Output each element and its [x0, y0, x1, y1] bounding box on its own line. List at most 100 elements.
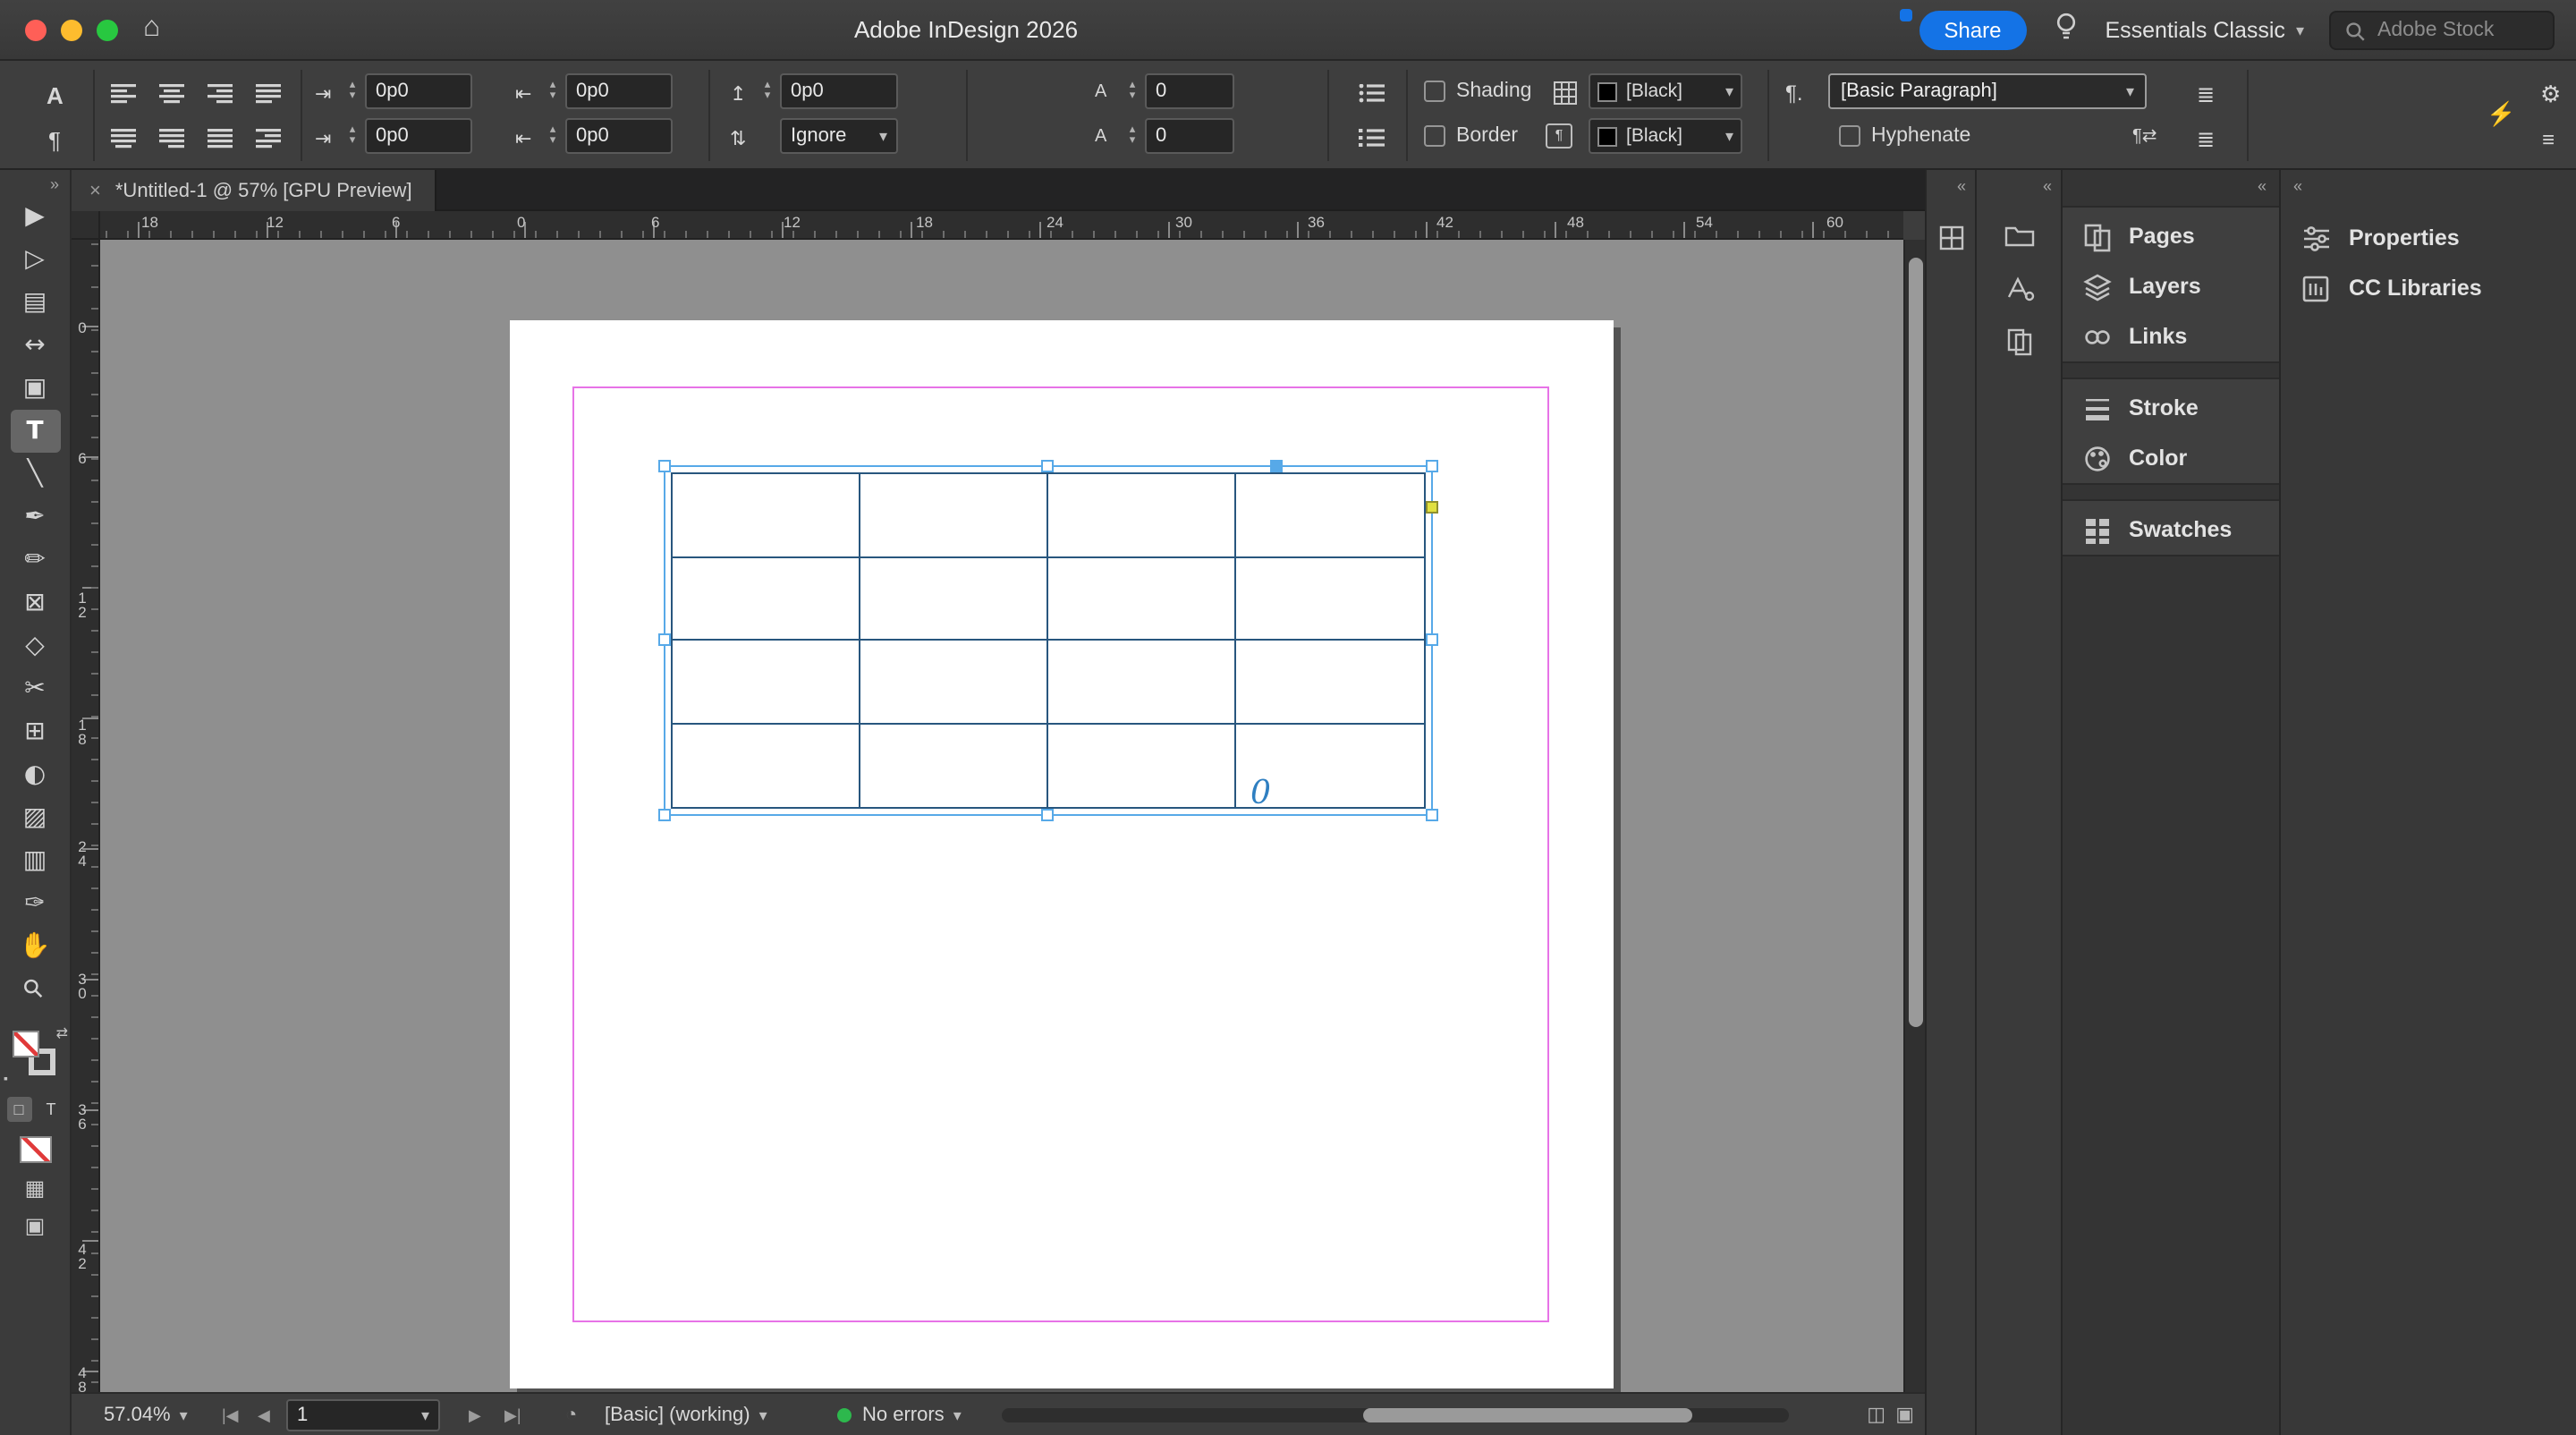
pasteboard[interactable]: 0 [100, 240, 1903, 1392]
drop-cap-lines-stepper[interactable]: ▴ ▾ [1123, 73, 1141, 109]
first-page-button[interactable]: |◀ [222, 1394, 239, 1435]
align-right-button[interactable] [200, 75, 240, 111]
drop-cap-chars-stepper[interactable]: ▴ ▾ [1123, 118, 1141, 154]
free-transform-tool[interactable]: ⊞ [10, 710, 60, 753]
screen-mode-icon[interactable]: ▣ [0, 1213, 70, 1238]
space-before-stepper[interactable]: ▴ ▾ [758, 73, 776, 109]
apply-gradient-icon[interactable]: ▦ [0, 1176, 70, 1201]
justify-all-button[interactable] [200, 120, 240, 156]
table-cell[interactable] [1048, 641, 1236, 724]
page[interactable]: 0 [510, 320, 1614, 1388]
table-cell[interactable] [1236, 474, 1424, 557]
file-export-icon[interactable] [1977, 220, 2061, 249]
border-paragraph-icon[interactable]: ¶ [1546, 123, 1572, 149]
previous-page-button[interactable]: ◀ [258, 1394, 270, 1435]
table-cell[interactable] [673, 557, 860, 641]
character-formatting-icon[interactable]: A [47, 82, 64, 109]
swap-fill-stroke-icon[interactable]: ⇄ [56, 1025, 68, 1041]
adobe-stock-search-input[interactable]: Adobe Stock [2329, 11, 2555, 50]
pen-tool[interactable]: ✒ [10, 496, 60, 539]
drop-cap-lines-input[interactable] [1145, 73, 1234, 109]
columns-icon[interactable]: ≣ [2197, 82, 2215, 107]
rectangle-frame-tool[interactable]: ⊠ [10, 582, 60, 624]
collapse-chevrons-icon[interactable]: « [2293, 177, 2302, 195]
share-button[interactable]: Share [1919, 11, 2027, 50]
horizontal-ruler[interactable]: 18 12 6 0 6 12 18 24 30 36 42 48 54 60 [100, 211, 1903, 240]
align-to-spine-button[interactable] [249, 120, 288, 156]
frame-grip-handle[interactable] [1270, 460, 1284, 472]
formatting-affects-text-button[interactable]: T [38, 1097, 64, 1122]
table-cell[interactable] [860, 641, 1048, 724]
justify-right-button[interactable] [152, 120, 191, 156]
border-checkbox[interactable] [1424, 125, 1445, 147]
selection-handle[interactable] [1426, 633, 1438, 646]
selection-tool[interactable]: ▶ [10, 195, 60, 238]
panel-button-color[interactable]: Color [2082, 433, 2272, 483]
table-cell[interactable] [673, 724, 860, 807]
preflight-status-select[interactable]: No errors ▾ [837, 1394, 962, 1435]
paragraph-formatting-icon[interactable]: ¶ [48, 127, 61, 154]
expand-tools-chevrons-icon[interactable]: » [0, 170, 70, 195]
selection-handle[interactable] [1426, 809, 1438, 821]
table-cell[interactable] [860, 474, 1048, 557]
collapse-chevrons-icon[interactable]: « [2043, 177, 2052, 195]
split-view-icon[interactable]: ◫ [1867, 1403, 1885, 1426]
selection-handle[interactable] [1426, 460, 1438, 472]
panel-button-swatches[interactable]: Swatches [2082, 505, 2272, 555]
panel-button-links[interactable]: Links [2082, 311, 2272, 361]
polygon-tool[interactable]: ◇ [10, 624, 60, 667]
first-line-indent-stepper[interactable]: ▴ ▾ [343, 118, 361, 154]
content-collector-tool[interactable]: ▣ [10, 367, 60, 410]
selection-handle[interactable] [1041, 809, 1054, 821]
selection-handle[interactable] [658, 633, 671, 646]
eyedropper-tool[interactable]: ✑ [10, 882, 60, 925]
line-tool[interactable]: ╲ [10, 453, 60, 496]
pencil-tool[interactable]: ✏ [10, 539, 60, 582]
right-indent-input[interactable] [565, 73, 673, 109]
window-resize-grip-icon[interactable]: ▣ [1895, 1403, 1914, 1426]
zoom-level-select[interactable]: 57.04% ▾ [104, 1394, 188, 1435]
close-tab-icon[interactable]: × [89, 180, 101, 201]
selection-handle[interactable] [658, 460, 671, 472]
paragraph-direction-icon[interactable]: ¶⇄ [2132, 127, 2157, 147]
last-line-indent-input[interactable] [565, 118, 673, 154]
table-frame[interactable] [671, 472, 1426, 809]
panel-button-properties[interactable]: Properties [2301, 213, 2569, 263]
zoom-tool[interactable]: ⚲ [10, 968, 60, 1011]
justify-center-button[interactable] [104, 120, 143, 156]
justify-left-button[interactable] [249, 75, 288, 111]
type-tool[interactable]: T [10, 410, 60, 453]
preflight-profile-select[interactable]: [Basic] (working) ▾ [605, 1394, 767, 1435]
table-cell[interactable] [860, 557, 1048, 641]
panel-button-stroke[interactable]: Stroke [2082, 383, 2272, 433]
gradient-feather-tool[interactable]: ▨ [10, 796, 60, 839]
hyphenate-checkbox[interactable] [1839, 125, 1860, 147]
formatting-affects-container-button[interactable]: □ [6, 1097, 31, 1122]
live-corner-handle[interactable] [1426, 501, 1438, 514]
horizontal-scrollbar[interactable] [1002, 1408, 1789, 1422]
last-line-indent-stepper[interactable]: ▴ ▾ [544, 118, 562, 154]
vertical-ruler[interactable]: 0 6 12 18 24 30 36 42 48 [72, 240, 100, 1392]
pages-panel-icon[interactable] [1977, 327, 2061, 356]
table-cell[interactable] [860, 724, 1048, 807]
page-number-select[interactable]: 1 ▾ [286, 1399, 440, 1431]
vertical-scrollbar-thumb[interactable] [1909, 258, 1923, 1027]
shading-color-select[interactable]: [Black] ▾ [1589, 73, 1742, 109]
align-left-button[interactable] [104, 75, 143, 111]
last-page-button[interactable]: ▶| [504, 1394, 521, 1435]
fill-swatch[interactable] [13, 1031, 39, 1057]
right-indent-stepper[interactable]: ▴ ▾ [544, 73, 562, 109]
table-cell[interactable] [1236, 641, 1424, 724]
align-center-button[interactable] [152, 75, 191, 111]
next-page-button[interactable]: ▶ [469, 1394, 481, 1435]
drop-cap-chars-input[interactable] [1145, 118, 1234, 154]
page-tool[interactable]: ▤ [10, 281, 60, 324]
panel-button-pages[interactable]: Pages [2082, 211, 2272, 261]
space-between-select[interactable]: Ignore ▾ [780, 118, 898, 154]
table-cell[interactable] [1048, 557, 1236, 641]
fill-stroke-widget[interactable]: ⇄ ▪ [0, 1025, 72, 1086]
shading-checkbox[interactable] [1424, 81, 1445, 102]
workspace-switcher[interactable]: Essentials Classic ▾ [2105, 18, 2304, 43]
document-tab[interactable]: × *Untitled-1 @ 57% [GPU Preview] [72, 170, 437, 211]
left-indent-stepper[interactable]: ▴ ▾ [343, 73, 361, 109]
